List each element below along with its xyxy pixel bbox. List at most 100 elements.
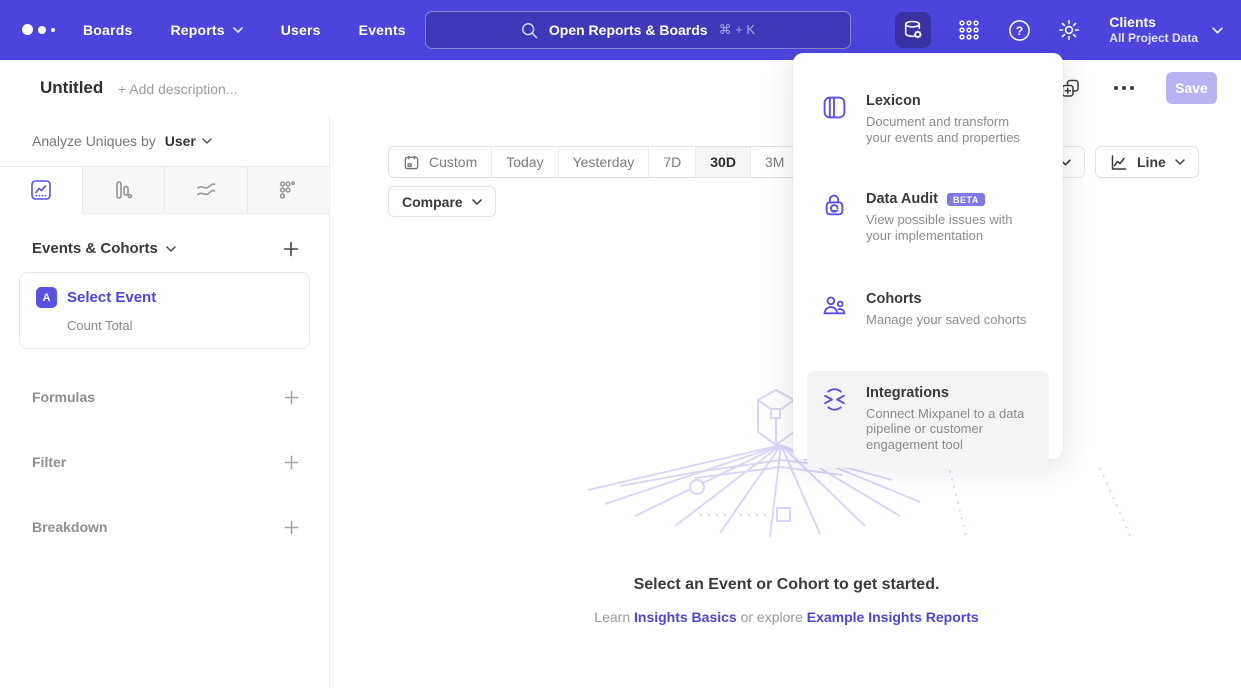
- nav-item-reports[interactable]: Reports: [170, 22, 242, 38]
- date-range-custom-label: Custom: [429, 154, 477, 170]
- date-range-3m[interactable]: 3M: [750, 147, 798, 177]
- nav-item-events-label: Events: [359, 22, 406, 38]
- date-range-control: Custom Today Yesterday 7D 30D 3M 6M: [388, 146, 848, 178]
- events-cohorts-toggle[interactable]: Events & Cohorts: [32, 240, 176, 257]
- data-management-icon: [901, 18, 925, 42]
- search-placeholder: Open Reports & Boards: [549, 22, 708, 38]
- cohorts-title: Cohorts: [866, 291, 922, 307]
- learn-text: Learn: [594, 609, 630, 625]
- filter-label: Filter: [32, 454, 66, 470]
- filter-section: Filter: [0, 454, 329, 470]
- data-management-menu: Lexicon Document and transform your even…: [793, 53, 1063, 459]
- nav-item-boards-label: Boards: [83, 22, 132, 38]
- help-button[interactable]: ?: [1007, 19, 1031, 42]
- global-search-input[interactable]: Open Reports & Boards ⌘ + K: [425, 11, 851, 49]
- select-event-label[interactable]: Select Event: [67, 289, 156, 306]
- insights-basics-link[interactable]: Insights Basics: [634, 609, 737, 625]
- chart-area: Custom Today Yesterday 7D 30D 3M 6M Line…: [331, 116, 1241, 688]
- nav-item-users[interactable]: Users: [281, 22, 321, 38]
- nav-item-boards[interactable]: Boards: [83, 22, 132, 38]
- mixpanel-logo-icon[interactable]: [22, 24, 55, 35]
- plus-icon: [284, 390, 299, 405]
- gear-icon: [1057, 18, 1081, 42]
- chart-type-dropdown[interactable]: Line: [1095, 146, 1199, 178]
- chevron-down-icon: [202, 138, 212, 144]
- add-event-button[interactable]: [283, 241, 299, 257]
- plus-icon: [284, 455, 299, 470]
- top-navbar: Boards Reports Users Events Open Reports…: [0, 0, 1241, 60]
- chart-type-label: Line: [1137, 154, 1166, 170]
- breakdown-label: Breakdown: [32, 519, 107, 535]
- chevron-down-icon: [233, 27, 243, 33]
- event-series-badge: A: [36, 287, 57, 308]
- formulas-section: Formulas: [0, 389, 329, 405]
- empty-state: Select an Event or Cohort to get started…: [331, 576, 1241, 625]
- events-cohorts-header: Events & Cohorts: [0, 240, 329, 257]
- empty-state-links: Learn Insights Basics or explore Example…: [331, 609, 1241, 625]
- chevron-down-icon: [1175, 159, 1185, 165]
- event-row-card[interactable]: A Select Event Count Total: [19, 272, 310, 349]
- bar-chart-tab-icon: [112, 179, 134, 201]
- analyze-label: Analyze Uniques by: [32, 133, 156, 149]
- integrations-title: Integrations: [866, 385, 949, 401]
- integrations-description: Connect Mixpanel to a data pipeline or c…: [866, 406, 1036, 453]
- project-name: All Project Data: [1109, 31, 1198, 46]
- project-switcher[interactable]: Clients All Project Data: [1109, 14, 1223, 46]
- formulas-label: Formulas: [32, 389, 95, 405]
- more-options-icon[interactable]: [1112, 80, 1136, 96]
- apps-grid-button[interactable]: [957, 19, 981, 41]
- chevron-down-icon: [1212, 27, 1223, 34]
- menu-item-cohorts[interactable]: Cohorts Manage your saved cohorts: [807, 285, 1049, 338]
- nav-item-users-label: Users: [281, 22, 321, 38]
- tab-metric[interactable]: [247, 167, 330, 214]
- chevron-down-icon: [166, 246, 176, 252]
- stacked-chart-tab-icon: [195, 179, 217, 201]
- chevron-down-icon: [472, 199, 482, 205]
- date-range-7d-label: 7D: [663, 154, 681, 170]
- tab-stacked-chart[interactable]: [164, 167, 247, 214]
- analyze-value: User: [165, 133, 196, 149]
- lexicon-description: Document and transform your events and p…: [866, 114, 1028, 145]
- lexicon-book-icon: [822, 95, 847, 120]
- tab-bar-chart[interactable]: [82, 167, 165, 214]
- date-range-custom[interactable]: Custom: [389, 147, 491, 177]
- report-header-actions: Save: [1059, 72, 1217, 104]
- empty-state-title: Select an Event or Cohort to get started…: [331, 576, 1241, 594]
- add-formula-button[interactable]: [284, 390, 299, 405]
- nav-right: ? Clients All Project Data: [895, 0, 1223, 60]
- data-audit-icon: [822, 193, 847, 218]
- compare-dropdown[interactable]: Compare: [388, 186, 496, 217]
- date-range-yesterday[interactable]: Yesterday: [558, 147, 649, 177]
- cohorts-description: Manage your saved cohorts: [866, 312, 1026, 328]
- tab-line-chart[interactable]: [0, 167, 82, 214]
- date-range-30d[interactable]: 30D: [695, 147, 750, 177]
- compare-label: Compare: [402, 194, 463, 210]
- menu-item-integrations[interactable]: Integrations Connect Mixpanel to a data …: [807, 371, 1049, 469]
- data-management-button[interactable]: [895, 12, 931, 48]
- or-explore-text: or explore: [741, 609, 803, 625]
- date-range-7d[interactable]: 7D: [648, 147, 695, 177]
- settings-button[interactable]: [1057, 18, 1081, 42]
- report-title[interactable]: Untitled: [40, 78, 103, 98]
- report-description-placeholder[interactable]: + Add description...: [118, 81, 237, 97]
- analyze-uniques-row: Analyze Uniques by User: [0, 116, 329, 166]
- add-filter-button[interactable]: [284, 455, 299, 470]
- menu-item-lexicon[interactable]: Lexicon Document and transform your even…: [807, 87, 1049, 155]
- svg-text:?: ?: [1016, 23, 1023, 37]
- save-button[interactable]: Save: [1166, 72, 1217, 104]
- menu-item-data-audit[interactable]: Data Audit BETA View possible issues wit…: [807, 185, 1049, 253]
- line-chart-icon: [1109, 153, 1128, 172]
- date-range-today[interactable]: Today: [491, 147, 557, 177]
- event-aggregation-label[interactable]: Count Total: [67, 318, 293, 333]
- example-insights-reports-link[interactable]: Example Insights Reports: [807, 609, 979, 625]
- nav-item-reports-label: Reports: [170, 22, 224, 38]
- search-icon: [521, 22, 538, 39]
- date-range-yesterday-label: Yesterday: [573, 154, 635, 170]
- apps-grid-icon: [958, 19, 980, 41]
- analyze-value-dropdown[interactable]: User: [165, 133, 212, 149]
- beta-badge: BETA: [947, 193, 985, 206]
- nav-item-events[interactable]: Events: [359, 22, 406, 38]
- data-audit-description: View possible issues with your implement…: [866, 212, 1037, 243]
- add-breakdown-button[interactable]: [284, 520, 299, 535]
- events-cohorts-label: Events & Cohorts: [32, 240, 158, 257]
